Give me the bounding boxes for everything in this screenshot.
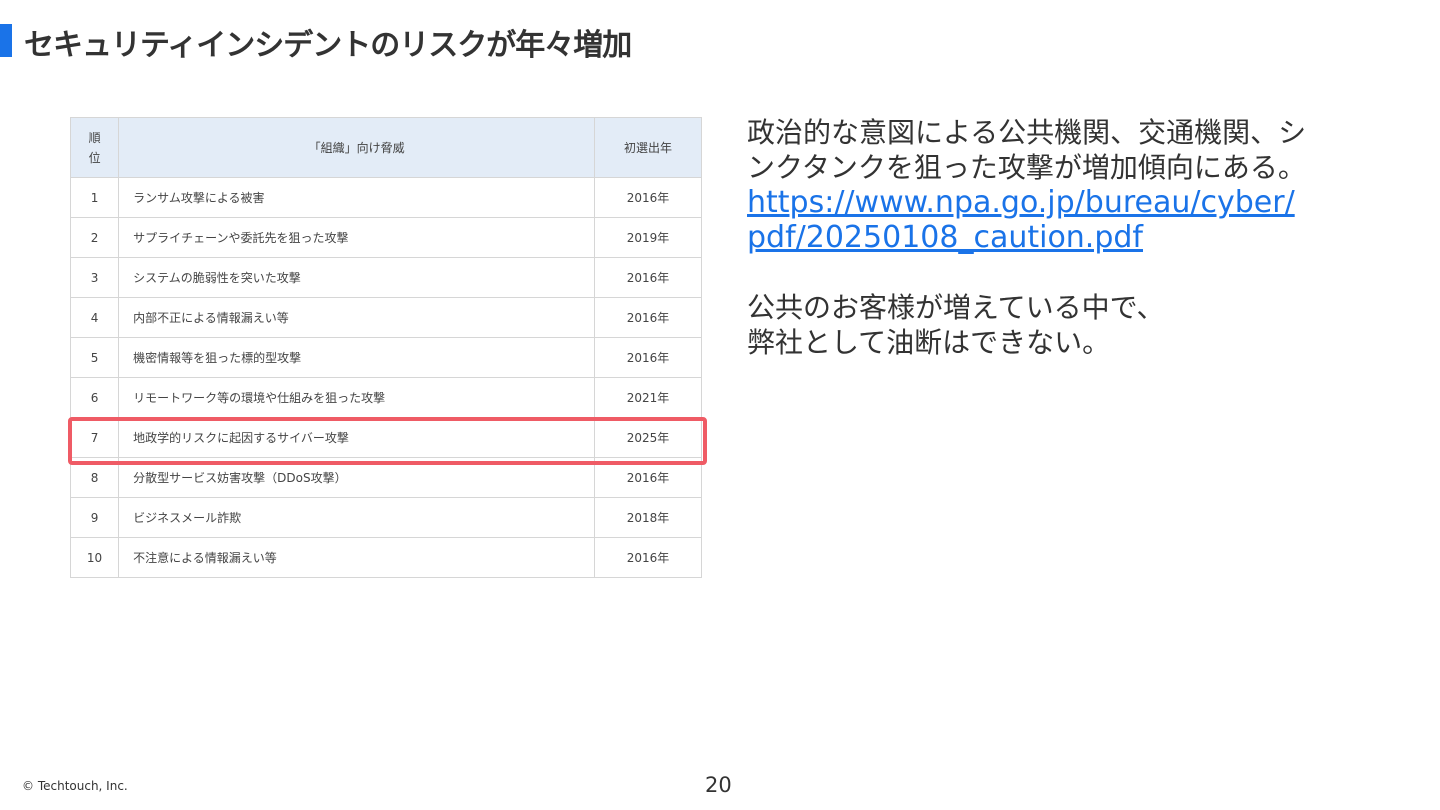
paragraph-threat-trend: 政治的な意図による公共機関、交通機関、シンクタンクを狙った攻撃が増加傾向にある。 [747, 116, 1307, 184]
table-row: 1 ランサム攻撃による被害 2016年 [69, 177, 702, 218]
table-row: 3 システムの脆弱性を突いた攻撃 2016年 [69, 257, 702, 298]
rank-cell: 6 [69, 377, 120, 418]
threat-ranking-table: 順位 「組織」向け脅威 初選出年 1 ランサム攻撃による被害 2016年 2 サ… [69, 117, 702, 578]
column-header-rank: 順位 [69, 117, 120, 178]
year-cell: 2019年 [594, 217, 702, 258]
threat-cell: リモートワーク等の環境や仕組みを狙った攻撃 [118, 377, 595, 418]
table-row: 4 内部不正による情報漏えい等 2016年 [69, 297, 702, 338]
table-row: 6 リモートワーク等の環境や仕組みを狙った攻撃 2021年 [69, 377, 702, 418]
copyright: © Techtouch, Inc. [22, 779, 128, 793]
paragraph-line-1: 公共のお客様が増えている中で、 [747, 291, 1165, 324]
column-header-year: 初選出年 [594, 117, 702, 178]
threat-cell: ビジネスメール詐欺 [118, 497, 595, 538]
table-row: 9 ビジネスメール詐欺 2018年 [69, 497, 702, 538]
year-cell: 2018年 [594, 497, 702, 538]
rank-header-char-2: 位 [88, 150, 101, 165]
threat-cell: サプライチェーンや委託先を狙った攻撃 [118, 217, 595, 258]
rank-cell: 1 [69, 177, 120, 218]
table-row: 2 サプライチェーンや委託先を狙った攻撃 2019年 [69, 217, 702, 258]
threat-cell: ランサム攻撃による被害 [118, 177, 595, 218]
rank-cell: 4 [69, 297, 120, 338]
body-text: 政治的な意図による公共機関、交通機関、シンクタンクを狙った攻撃が増加傾向にある。… [747, 115, 1307, 360]
threat-cell: 不注意による情報漏えい等 [118, 537, 595, 578]
page-number: 20 [705, 773, 732, 797]
threat-cell: 内部不正による情報漏えい等 [118, 297, 595, 338]
threat-cell: 機密情報等を狙った標的型攻撃 [118, 337, 595, 378]
rank-cell: 2 [69, 217, 120, 258]
table-header-row: 順位 「組織」向け脅威 初選出年 [69, 117, 702, 178]
rank-header-char-1: 順 [88, 130, 101, 145]
rank-cell: 9 [69, 497, 120, 538]
column-header-threat: 「組織」向け脅威 [118, 117, 595, 178]
table-row: 10 不注意による情報漏えい等 2016年 [69, 537, 702, 578]
npa-caution-link[interactable]: https://www.npa.go.jp/bureau/cyber/pdf/2… [747, 185, 1307, 255]
year-cell: 2016年 [594, 537, 702, 578]
highlight-box [68, 417, 707, 465]
title-accent-bar [0, 24, 12, 57]
year-cell: 2016年 [594, 337, 702, 378]
table-row: 5 機密情報等を狙った標的型攻撃 2016年 [69, 337, 702, 378]
year-cell: 2016年 [594, 177, 702, 218]
slide-title: セキュリティインシデントのリスクが年々増加 [24, 28, 632, 63]
paragraph-line-2: 弊社として油断はできない。 [747, 326, 1111, 359]
threat-cell: システムの脆弱性を突いた攻撃 [118, 257, 595, 298]
rank-cell: 3 [69, 257, 120, 298]
rank-cell: 10 [69, 537, 120, 578]
rank-cell: 5 [69, 337, 120, 378]
year-cell: 2016年 [594, 297, 702, 338]
year-cell: 2021年 [594, 377, 702, 418]
year-cell: 2016年 [594, 257, 702, 298]
